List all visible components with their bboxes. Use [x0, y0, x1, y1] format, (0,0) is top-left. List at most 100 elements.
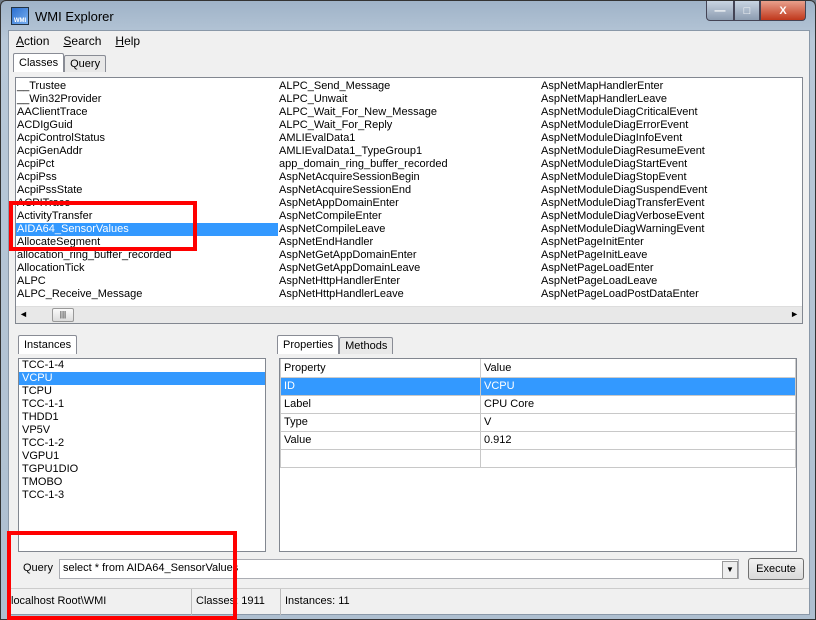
- class-list-item[interactable]: AspNetPageLoadLeave: [540, 275, 707, 288]
- menu-search[interactable]: Search: [56, 31, 108, 53]
- instance-list-item[interactable]: VCPU: [19, 372, 265, 385]
- instance-list-item[interactable]: TCC-1-1: [19, 398, 265, 411]
- class-list-item[interactable]: AspNetMapHandlerLeave: [540, 93, 707, 106]
- class-list-item[interactable]: ActivityTransfer: [16, 210, 278, 223]
- class-list-item[interactable]: ALPC_Send_Message: [278, 80, 448, 93]
- class-list-item[interactable]: AspNetGetAppDomainLeave: [278, 262, 448, 275]
- class-list-item[interactable]: AspNetModuleDiagInfoEvent: [540, 132, 707, 145]
- instance-list-item[interactable]: TCC-1-4: [19, 359, 265, 372]
- class-list-item[interactable]: AspNetAcquireSessionEnd: [278, 184, 448, 197]
- classes-list[interactable]: __Trustee __Win32Provider AAClientTrace ACD…: [15, 77, 803, 324]
- class-list-item[interactable]: AspNetMapHandlerEnter: [540, 80, 707, 93]
- class-list-item[interactable]: AspNetModuleDiagStopEvent: [540, 171, 707, 184]
- class-list-item[interactable]: ACPITrace: [16, 197, 278, 210]
- property-row[interactable]: ID VCPU: [280, 377, 796, 396]
- class-list-item[interactable]: AspNetGetAppDomainEnter: [278, 249, 448, 262]
- header-property[interactable]: Property: [280, 359, 481, 378]
- class-list-item[interactable]: AspNetCompileEnter: [278, 210, 448, 223]
- class-list-item[interactable]: AspNetModuleDiagSuspendEvent: [540, 184, 707, 197]
- class-list-item[interactable]: __Trustee: [16, 80, 278, 93]
- class-list-item[interactable]: AIDA64_SensorValues: [16, 223, 278, 236]
- class-list-item[interactable]: app_domain_ring_buffer_recorded: [278, 158, 448, 171]
- instance-list-item[interactable]: TCC-1-2: [19, 437, 265, 450]
- class-list-item[interactable]: AspNetModuleDiagCriticalEvent: [540, 106, 707, 119]
- class-list-item[interactable]: AspNetModuleDiagWarningEvent: [540, 223, 707, 236]
- property-row[interactable]: Type V: [280, 413, 796, 432]
- menu-action[interactable]: Action: [9, 31, 56, 53]
- class-list-item[interactable]: ALPC: [16, 275, 278, 288]
- class-list-item[interactable]: AcpiControlStatus: [16, 132, 278, 145]
- status-instances: Instances: 11: [285, 595, 350, 607]
- dropdown-arrow-icon[interactable]: ▼: [722, 561, 738, 579]
- class-list-item[interactable]: AspNetAcquireSessionBegin: [278, 171, 448, 184]
- class-list-item[interactable]: AMLIEvalData1: [278, 132, 448, 145]
- property-value: 0.912: [480, 431, 796, 450]
- close-button[interactable]: X: [760, 1, 806, 21]
- class-list-item[interactable]: ALPC_Unwait: [278, 93, 448, 106]
- instances-list[interactable]: TCC-1-4 VCPU TCPU TCC-1-1 THDD1 VP5V TCC-1-2 VG…: [18, 358, 266, 552]
- class-list-item[interactable]: AcpiPss: [16, 171, 278, 184]
- scroll-thumb[interactable]: |||: [52, 308, 74, 322]
- instance-list-item[interactable]: TMOBO: [19, 476, 265, 489]
- scroll-right-icon[interactable]: ►: [790, 309, 799, 319]
- instance-list-item[interactable]: TCPU: [19, 385, 265, 398]
- tab-instances[interactable]: Instances: [18, 335, 78, 354]
- class-list-item[interactable]: AspNetModuleDiagVerboseEvent: [540, 210, 707, 223]
- class-list-item[interactable]: AspNetModuleDiagErrorEvent: [540, 119, 707, 132]
- property-name: Value: [280, 431, 481, 450]
- instance-list-item[interactable]: VGPU1: [19, 450, 265, 463]
- class-list-item[interactable]: AllocateSegment: [16, 236, 278, 249]
- class-list-item[interactable]: AspNetHttpHandlerEnter: [278, 275, 448, 288]
- class-list-item[interactable]: ALPC_Wait_For_Reply: [278, 119, 448, 132]
- window-frame: WMI WMI Explorer — □ X Action Search Hel…: [0, 0, 816, 620]
- maximize-button[interactable]: □: [734, 1, 760, 21]
- class-list-item[interactable]: AspNetEndHandler: [278, 236, 448, 249]
- class-list-item[interactable]: AspNetPageInitLeave: [540, 249, 707, 262]
- class-list-item[interactable]: ALPC_Receive_Message: [16, 288, 278, 301]
- horizontal-scrollbar[interactable]: ◄ ||| ►: [16, 306, 802, 323]
- instance-list-item[interactable]: VP5V: [19, 424, 265, 437]
- class-list-item[interactable]: AcpiPssState: [16, 184, 278, 197]
- query-value: select * from AIDA64_SensorValues: [63, 562, 239, 574]
- class-list-item[interactable]: AspNetPageLoadEnter: [540, 262, 707, 275]
- minimize-icon: —: [714, 4, 726, 17]
- property-row[interactable]: Label CPU Core: [280, 395, 796, 414]
- class-list-item[interactable]: __Win32Provider: [16, 93, 278, 106]
- class-list-item[interactable]: AspNetModuleDiagResumeEvent: [540, 145, 707, 158]
- query-input[interactable]: select * from AIDA64_SensorValues ▼: [59, 559, 739, 579]
- class-list-item[interactable]: AspNetPageInitEnter: [540, 236, 707, 249]
- class-list-item[interactable]: AspNetHttpHandlerLeave: [278, 288, 448, 301]
- property-name: Label: [280, 395, 481, 414]
- tab-query[interactable]: Query: [64, 55, 107, 72]
- minimize-button[interactable]: —: [706, 1, 734, 21]
- class-list-item[interactable]: AspNetAppDomainEnter: [278, 197, 448, 210]
- execute-button[interactable]: Execute: [748, 558, 804, 580]
- header-value[interactable]: Value: [480, 359, 796, 378]
- menu-help[interactable]: Help: [108, 31, 147, 53]
- properties-grid[interactable]: Property Value ID VCPU Label CPU Core Type V Va…: [279, 358, 797, 552]
- class-list-item[interactable]: AMLIEvalData1_TypeGroup1: [278, 145, 448, 158]
- property-value: CPU Core: [480, 395, 796, 414]
- class-list-item[interactable]: AspNetModuleDiagTransferEvent: [540, 197, 707, 210]
- empty-cell: [280, 449, 481, 468]
- class-list-item[interactable]: AcpiPct: [16, 158, 278, 171]
- class-list-item[interactable]: AspNetCompileLeave: [278, 223, 448, 236]
- class-list-item[interactable]: ALPC_Wait_For_New_Message: [278, 106, 448, 119]
- tab-classes[interactable]: Classes: [13, 53, 65, 72]
- class-list-item[interactable]: allocation_ring_buffer_recorded: [16, 249, 278, 262]
- instance-list-item[interactable]: TGPU1DIO: [19, 463, 265, 476]
- top-tabs: Classes Query: [13, 53, 107, 72]
- class-list-item[interactable]: AcpiGenAddr: [16, 145, 278, 158]
- class-list-item[interactable]: ACDIgGuid: [16, 119, 278, 132]
- close-icon: X: [779, 4, 787, 17]
- instance-list-item[interactable]: TCC-1-3: [19, 489, 265, 502]
- scroll-left-icon[interactable]: ◄: [19, 309, 28, 319]
- tab-methods[interactable]: Methods: [339, 337, 394, 354]
- class-list-item[interactable]: AspNetPageLoadPostDataEnter: [540, 288, 707, 301]
- class-list-item[interactable]: AspNetModuleDiagStartEvent: [540, 158, 707, 171]
- instance-list-item[interactable]: THDD1: [19, 411, 265, 424]
- property-row[interactable]: Value 0.912: [280, 431, 796, 450]
- tab-properties[interactable]: Properties: [277, 335, 340, 354]
- class-list-item[interactable]: AAClientTrace: [16, 106, 278, 119]
- class-list-item[interactable]: AllocationTick: [16, 262, 278, 275]
